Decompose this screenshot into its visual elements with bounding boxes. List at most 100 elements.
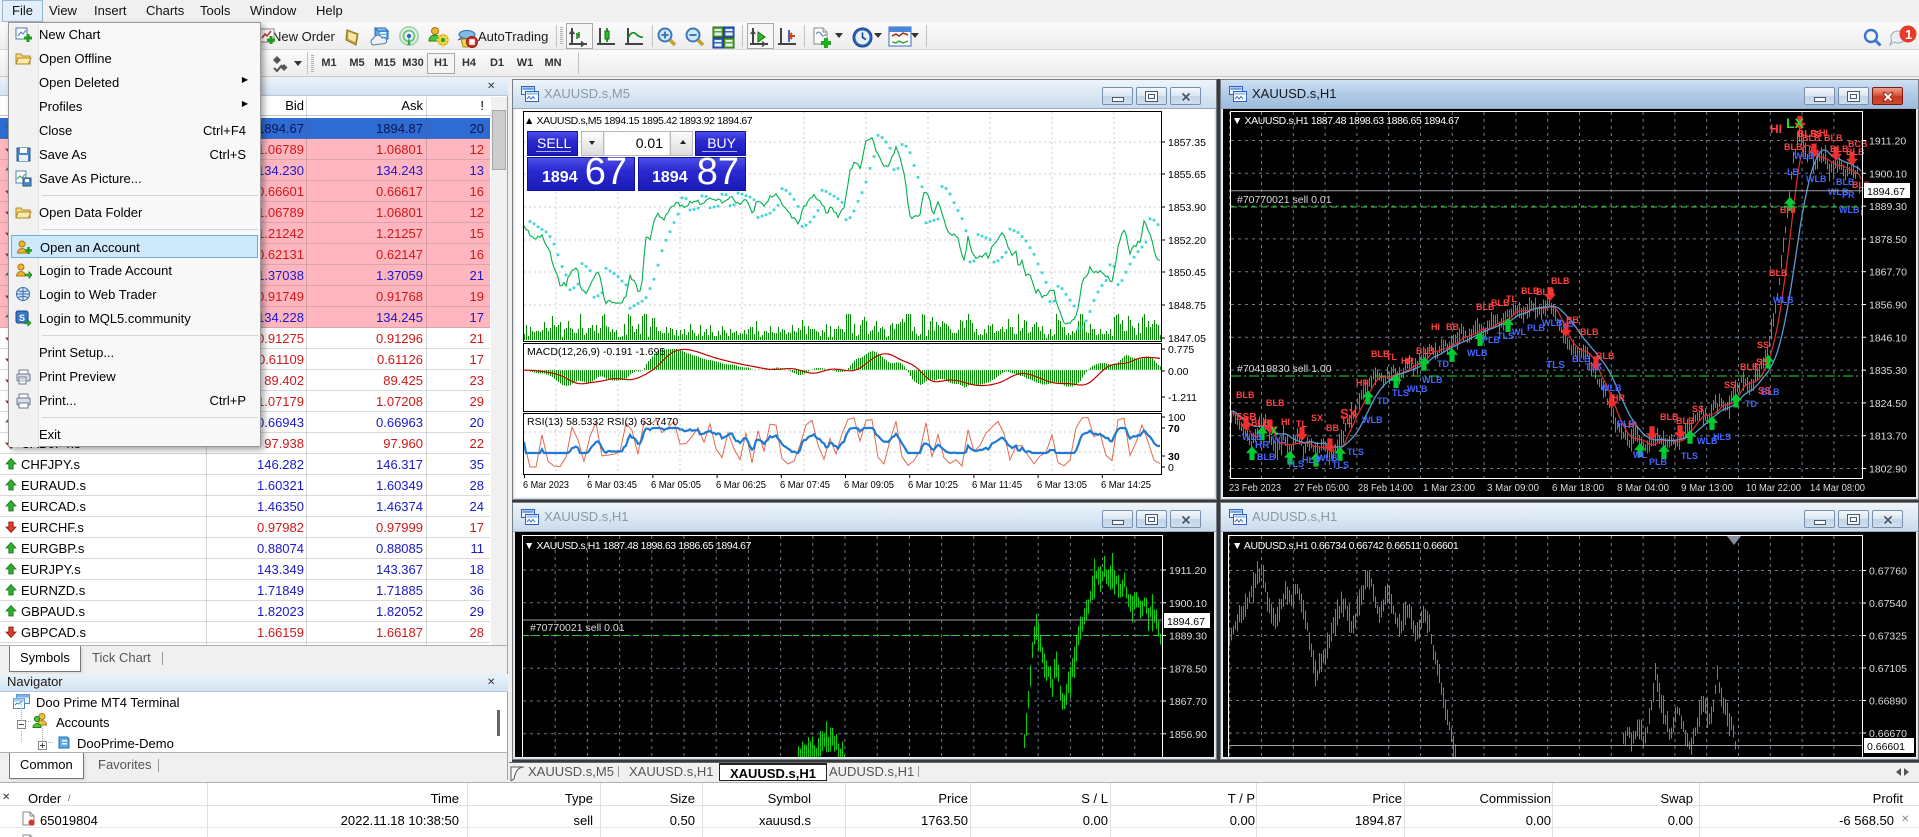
- svg-text:BLB: BLB: [1797, 129, 1818, 140]
- svg-text:0.67760: 0.67760: [1869, 566, 1907, 578]
- svg-text:1857.35: 1857.35: [1168, 137, 1206, 149]
- svg-text:X: X: [1270, 424, 1278, 438]
- svg-text:1855.65: 1855.65: [1168, 169, 1206, 181]
- svg-text:6 Mar 13:05: 6 Mar 13:05: [1037, 479, 1087, 491]
- svg-text:HI: HI: [1431, 322, 1440, 332]
- svg-text:1853.90: 1853.90: [1168, 202, 1206, 214]
- svg-text:1850.45: 1850.45: [1168, 267, 1206, 279]
- svg-text:SX: SX: [1340, 406, 1358, 421]
- svg-text:TD: TD: [1437, 359, 1449, 369]
- svg-text:SX: SX: [1311, 413, 1323, 423]
- svg-text:9 Mar 13:00: 9 Mar 13:00: [1681, 482, 1733, 494]
- svg-text:6 Mar 14:25: 6 Mar 14:25: [1101, 479, 1151, 491]
- svg-text:1824.50: 1824.50: [1869, 398, 1907, 410]
- svg-text:1813.70: 1813.70: [1869, 431, 1907, 443]
- svg-text:WLB: WLB: [1794, 151, 1815, 161]
- svg-text:1894.67: 1894.67: [1867, 186, 1905, 198]
- svg-text:HR: HR: [1401, 356, 1414, 366]
- svg-text:6 Mar 06:25: 6 Mar 06:25: [716, 479, 766, 491]
- svg-text:MACD(12,26,9) -0.191 -1.695: MACD(12,26,9) -0.191 -1.695: [527, 346, 665, 358]
- svg-text:6 Mar 11:45: 6 Mar 11:45: [972, 479, 1022, 491]
- svg-text:0.775: 0.775: [1168, 344, 1194, 356]
- svg-text:WL: WL: [1512, 327, 1526, 337]
- svg-text:BB: BB: [1326, 423, 1339, 433]
- svg-text:0.67540: 0.67540: [1869, 598, 1907, 610]
- svg-text:6 Mar 10:25: 6 Mar 10:25: [908, 479, 958, 491]
- svg-text:#70770021 sell 0.01: #70770021 sell 0.01: [530, 622, 625, 634]
- svg-text:WLB: WLB: [1773, 295, 1794, 305]
- svg-text:SS: SS: [1692, 404, 1704, 414]
- svg-text:PR: PR: [1842, 190, 1855, 200]
- svg-text:WLB: WLB: [1362, 415, 1383, 425]
- svg-text:SS: SS: [1756, 357, 1768, 367]
- svg-text:0.67105: 0.67105: [1869, 663, 1907, 675]
- svg-text:70: 70: [1168, 423, 1180, 435]
- svg-text:6 Mar 05:05: 6 Mar 05:05: [651, 479, 701, 491]
- svg-text:HLS: HLS: [1713, 432, 1731, 442]
- svg-text:BLB: BLB: [1266, 398, 1285, 408]
- svg-text:SS: SS: [1758, 386, 1772, 397]
- svg-text:-1.211: -1.211: [1168, 392, 1197, 404]
- svg-text:1911.20: 1911.20: [1169, 565, 1206, 577]
- svg-text:HI: HI: [1281, 417, 1290, 427]
- svg-text:1 Mar 23:00: 1 Mar 23:00: [1423, 482, 1475, 494]
- svg-text:27 Feb 05:00: 27 Feb 05:00: [1294, 482, 1349, 494]
- svg-text:WL: WL: [1633, 450, 1647, 460]
- svg-text:BLB: BLB: [1536, 287, 1555, 297]
- svg-text:1867.70: 1867.70: [1169, 696, 1207, 708]
- svg-text:BLB: BLB: [1769, 268, 1788, 278]
- svg-text:1889.30: 1889.30: [1169, 631, 1207, 643]
- svg-text:HR: HR: [1255, 440, 1270, 451]
- svg-text:S: S: [19, 313, 25, 323]
- svg-text:TLS: TLS: [1546, 360, 1565, 371]
- svg-text:BLB: BLB: [1580, 327, 1599, 337]
- svg-text:HR: HR: [1612, 393, 1625, 403]
- svg-text:SSB: SSB: [1236, 412, 1257, 423]
- svg-text:TL: TL: [1386, 352, 1397, 362]
- svg-text:1: 1: [1905, 27, 1912, 42]
- svg-text:BLB: BLB: [1257, 452, 1276, 462]
- svg-text:TL: TL: [1296, 419, 1307, 429]
- svg-text:WLB: WLB: [1601, 383, 1622, 393]
- svg-text:TLS: TLS: [1681, 451, 1698, 461]
- svg-text:BB: BB: [1566, 315, 1579, 325]
- svg-text:1848.75: 1848.75: [1168, 300, 1206, 312]
- svg-text:10 Mar 22:00: 10 Mar 22:00: [1746, 482, 1801, 494]
- svg-text:BLB: BLB: [1551, 276, 1570, 286]
- svg-text:TD: TD: [1745, 399, 1757, 409]
- svg-text:WLB: WLB: [1407, 384, 1428, 394]
- svg-text:BLB: BLB: [1416, 346, 1435, 356]
- svg-text:BLB: BLB: [1236, 390, 1255, 400]
- svg-text:TLS: TLS: [1347, 447, 1364, 457]
- svg-text:TL: TL: [1506, 294, 1517, 304]
- svg-text:6 Mar 03:45: 6 Mar 03:45: [587, 479, 637, 491]
- svg-text:BLB: BLB: [1784, 142, 1803, 152]
- svg-text:0.00: 0.00: [1168, 366, 1189, 378]
- svg-text:#70770021 sell 0.01: #70770021 sell 0.01: [1237, 194, 1332, 206]
- svg-text:TD: TD: [1377, 396, 1389, 406]
- svg-text:1846.10: 1846.10: [1869, 332, 1907, 344]
- svg-text:1835.30: 1835.30: [1869, 365, 1907, 377]
- svg-text:WLB: WLB: [1806, 174, 1827, 184]
- svg-text:HI: HI: [1770, 122, 1782, 136]
- svg-text:1852.20: 1852.20: [1168, 235, 1206, 247]
- svg-text:WLB: WLB: [1467, 348, 1488, 358]
- svg-text:6 Mar 2023: 6 Mar 2023: [523, 479, 569, 491]
- svg-text:14 Mar 08:00: 14 Mar 08:00: [1810, 482, 1865, 494]
- svg-text:0.66890: 0.66890: [1869, 696, 1907, 708]
- svg-text:#70419830 sell 1.00: #70419830 sell 1.00: [1237, 363, 1332, 375]
- svg-text:HI: HI: [1628, 420, 1637, 430]
- svg-text:BB: BB: [1446, 322, 1459, 332]
- svg-text:TLS: TLS: [1332, 460, 1349, 470]
- svg-text:1878.50: 1878.50: [1169, 663, 1207, 675]
- svg-text:RSI(13) 58.5332 RSI(3) 63.747: RSI(13) 58.5332 RSI(3) 63.7470: [527, 416, 678, 428]
- svg-text:BLB: BLB: [1596, 351, 1615, 361]
- svg-text:3 Mar 09:00: 3 Mar 09:00: [1487, 482, 1539, 494]
- svg-text:HR: HR: [1356, 378, 1369, 388]
- svg-text:1867.70: 1867.70: [1869, 267, 1907, 279]
- svg-text:SS: SS: [1724, 380, 1736, 390]
- svg-text:TLS: TLS: [1585, 362, 1602, 372]
- svg-text:6 Mar 18:00: 6 Mar 18:00: [1552, 482, 1604, 494]
- svg-text:1856.90: 1856.90: [1869, 300, 1907, 312]
- svg-text:8 Mar 04:00: 8 Mar 04:00: [1617, 482, 1669, 494]
